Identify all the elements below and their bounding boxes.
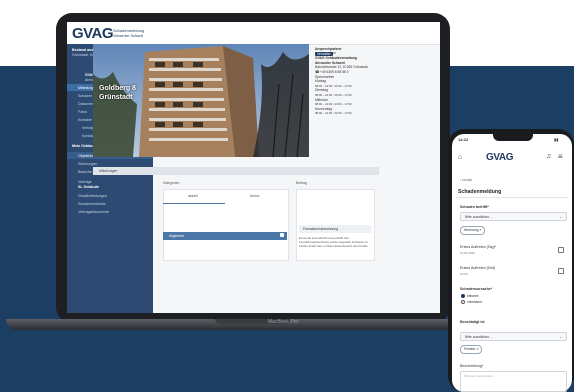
- radio-unknown[interactable]: [461, 300, 465, 304]
- tab-archive[interactable]: Archiv: [250, 194, 259, 198]
- affected-select-value: Bitte auswählen...: [465, 215, 492, 219]
- field-label-first-day: Erstes Auftreten (Tag)*: [460, 245, 497, 249]
- hours-time: 08:00 – 12:00 / 13:00 – 17:00: [315, 111, 352, 116]
- calendar-icon[interactable]: [558, 247, 564, 253]
- notice-text: Es wurde eine Abrechnung erstellt. Die F…: [299, 236, 369, 248]
- battery-icon: ▮▮: [554, 137, 559, 142]
- description-placeholder: Schaden beschreiben...: [464, 374, 496, 378]
- sidebar-item-fotos[interactable]: Fotos: [78, 110, 87, 114]
- first-time-value[interactable]: 10:00: [460, 272, 468, 276]
- clock-icon[interactable]: [558, 268, 564, 274]
- phone-app-logo[interactable]: GVAG: [486, 152, 514, 163]
- field-label-first-time: Erstes Auftreten (Zeit): [460, 266, 495, 270]
- field-label-damaged: Beschädigt ist: [460, 320, 485, 324]
- sidebar-section-contracts-sub: SL Gebäude: [78, 185, 99, 189]
- radio-unknown-label: unbekannt: [467, 300, 482, 304]
- app-header: GVAG Schadenmeldung Gewerbe Schadt: [67, 22, 440, 45]
- affected-select[interactable]: Bitte auswählen... ⌄: [460, 212, 567, 221]
- phone-icon: ☎: [315, 69, 320, 74]
- post-label: Beitrag: [296, 181, 307, 185]
- sidebar-item-gewaehrleistungen[interactable]: Gewährleistungen: [78, 194, 107, 198]
- sidebar-item-schadenshistorie[interactable]: Schadenshistorie: [78, 202, 106, 206]
- radio-known-label: bekannt: [467, 294, 479, 298]
- sidebar-item-schaden[interactable]: Schaden: [78, 94, 92, 98]
- sidebar-item-vertragsdokumente[interactable]: Vertragsdokumente: [78, 210, 109, 214]
- field-label-description: Beschreibung*: [460, 364, 484, 368]
- selected-pill-window[interactable]: Fenster ×: [460, 345, 483, 354]
- photo-caption: Goldberg 8 Grünstadt: [99, 85, 136, 101]
- back-link[interactable]: ‹ zurück: [460, 178, 472, 182]
- category-label: Allgemein: [169, 234, 184, 238]
- categories-panel: [163, 189, 289, 261]
- messages-section-header[interactable]: Mitteilungen: [93, 167, 379, 175]
- phone-status-time: 14:22: [458, 137, 469, 142]
- sidebar-item-kontakte[interactable]: Kontakte: [78, 118, 92, 122]
- chevron-down-icon: ⌄: [559, 214, 563, 219]
- contact-card: Ansprechpartner Verwalter GVAG Gebäudeve…: [315, 47, 373, 116]
- title-divider: [456, 197, 568, 198]
- selected-pill-apartment[interactable]: Wohnung ×: [460, 226, 486, 235]
- sidebar-item-wohnungen[interactable]: Wohnungen: [78, 162, 97, 166]
- contact-phone[interactable]: +49 6359 8 88 88 0: [320, 70, 349, 74]
- form-title: Schadenmeldung: [458, 189, 502, 195]
- description-textarea[interactable]: Schaden beschreiben...: [460, 371, 567, 392]
- phone-notch: [493, 134, 533, 141]
- tab-current[interactable]: aktuell: [188, 194, 198, 198]
- damaged-select[interactable]: Bitte auswählen... ⌄: [460, 332, 567, 341]
- app-logo-subtitle: Schadenmeldung Gewerbe Schadt: [113, 28, 145, 38]
- damaged-select-value: Bitte auswählen...: [465, 335, 492, 339]
- category-row-general[interactable]: Allgemein: [163, 232, 287, 240]
- menu-icon[interactable]: ≡: [558, 152, 563, 161]
- first-day-value[interactable]: 12.01.2022: [460, 251, 475, 255]
- field-label-affected: Schaden betrifft*: [460, 205, 489, 209]
- app-logo[interactable]: GVAG: [72, 25, 114, 42]
- laptop-brand-label: MacBook Pro: [268, 319, 299, 325]
- notice-title[interactable]: Fernwärmeabrechnung: [299, 225, 371, 233]
- notifications-icon[interactable]: ♫: [546, 153, 551, 160]
- field-label-cause: Schadensursache*: [460, 287, 493, 291]
- pill-label: Wohnung: [464, 228, 479, 232]
- categories-label: Kategorien: [163, 181, 180, 185]
- radio-known[interactable]: [461, 294, 465, 298]
- active-tab-underline: [163, 203, 225, 204]
- building-photo: Goldberg 8 Grünstadt: [93, 44, 309, 157]
- pill-label: Fenster: [464, 347, 476, 351]
- category-count-icon: [280, 233, 284, 237]
- home-icon[interactable]: ⌂: [458, 154, 462, 161]
- sidebar-section-contracts[interactable]: Verträge: [78, 180, 92, 184]
- chevron-down-icon: ⌄: [559, 334, 563, 339]
